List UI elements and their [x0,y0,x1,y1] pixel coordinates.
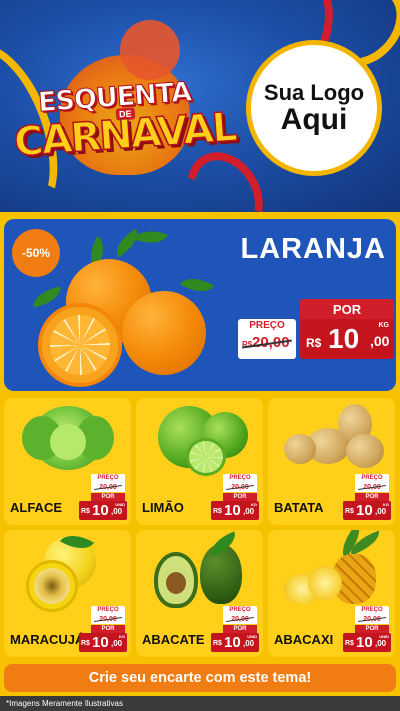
price-currency: R$ [306,336,322,350]
old-price-value: 20,00 [91,483,125,492]
featured-product-card[interactable]: -50% LARANJA POR PREÇO R$ 20,00 R$ 10 ,0… [4,219,396,391]
product-grid: ALFACE PREÇO 20,00 POR R$ 10 ,00 UNID LI… [4,398,396,658]
old-price-label: PREÇO [223,474,257,483]
product-card[interactable]: ABACAXI PREÇO 20,00 POR R$ 10 ,00 UNID [268,530,395,657]
leaf-icon [134,224,168,250]
new-price-box: R$ 10 ,00 KG [211,501,259,520]
create-flyer-button[interactable]: Crie seu encarte com este tema! [4,664,396,692]
price-tag: PREÇO 20,00 POR R$ 10 ,00 UNID [211,606,259,652]
new-price-box: R$ 10 ,00 KG [300,319,394,359]
por-label: POR [355,493,389,501]
product-card[interactable]: ALFACE PREÇO 20,00 POR R$ 10 ,00 UNID [4,398,131,525]
price-unit: KG [251,502,257,507]
old-price-label: PREÇO [355,606,389,615]
price-integer: 10 [356,634,373,651]
price-currency: R$ [213,508,222,515]
lettuce-icon [4,398,131,476]
price-unit: KG [383,502,389,507]
price-integer: 10 [92,634,109,651]
disclaimer-text: *Imagens Meramente Ilustrativas [0,696,400,711]
featured-price-tag: POR PREÇO R$ 20,00 R$ 10 ,00 KG [238,299,394,365]
price-unit: KG [378,322,390,329]
header-banner: ESQUENTA DE CARNAVAL Sua Logo Aqui [0,0,400,212]
carnival-mask-decoration [120,20,180,80]
price-decimal: ,00 [111,507,123,516]
product-card[interactable]: MARACUJÁ PREÇO 20,00 POR R$ 10 ,00 KG [4,530,131,657]
old-price-label: PREÇO [223,606,257,615]
price-tag: PREÇO 20,00 POR R$ 10 ,00 KG [79,606,127,652]
leaf-icon [180,270,214,300]
new-price-box: R$ 10 ,00 UNID [79,501,127,520]
price-decimal: ,00 [111,639,123,648]
old-price-label: PREÇO [91,606,125,615]
price-currency: R$ [81,508,90,515]
price-integer: 10 [356,502,373,519]
price-currency: R$ [213,640,222,647]
price-tag: PREÇO 20,00 POR R$ 10 ,00 UNID [343,606,391,652]
price-currency: R$ [81,640,90,647]
price-tag: PREÇO 20,00 POR R$ 10 ,00 UNID [79,474,127,520]
por-label: POR [223,493,257,501]
pineapple-icon [268,530,395,608]
old-price-label: PREÇO [355,474,389,483]
price-integer: 10 [224,502,241,519]
product-card[interactable]: ABACATE PREÇO 20,00 POR R$ 10 ,00 UNID [136,530,263,657]
price-tag: PREÇO 20,00 POR R$ 10 ,00 KG [211,474,259,520]
orange-fruit-icon [122,291,206,375]
por-label: POR [223,625,257,633]
old-price-label: PREÇO [249,320,285,331]
price-decimal: ,00 [243,639,255,648]
logo-placeholder[interactable]: Sua Logo Aqui [246,40,382,176]
price-unit: KG [119,634,125,639]
product-name: BATATA [274,500,324,515]
lime-icon [136,398,263,476]
new-price-box: R$ 10 ,00 UNID [343,633,391,652]
old-price-value: 20,00 [223,615,257,624]
price-tag: PREÇO 20,00 POR R$ 10 ,00 KG [343,474,391,520]
old-price-box: PREÇO R$ 20,00 [238,319,296,359]
featured-product-name: LARANJA [240,233,386,265]
price-integer: 10 [224,634,241,651]
por-label: POR [300,299,394,319]
por-label: POR [91,625,125,633]
logo-line1: Sua Logo [263,79,365,105]
product-card[interactable]: BATATA PREÇO 20,00 POR R$ 10 ,00 KG [268,398,395,525]
por-label: POR [91,493,125,501]
potato-icon [268,398,395,476]
price-currency: R$ [345,640,354,647]
old-price-value: 20,00 [223,483,257,492]
product-name: MARACUJÁ [10,632,85,647]
por-label: POR [355,625,389,633]
price-decimal: ,00 [370,333,390,349]
leaf-icon [30,286,64,308]
new-price-box: R$ 10 ,00 KG [343,501,391,520]
price-unit: UNID [379,634,389,639]
product-name: LIMÃO [142,500,184,515]
price-unit: UNID [247,634,257,639]
discount-badge: -50% [12,229,60,277]
passion-fruit-icon [4,530,131,612]
old-price-value: 20,00 [355,615,389,624]
old-price-value: 20,00 [91,615,125,624]
price-decimal: ,00 [375,507,387,516]
price-integer: 10 [328,323,360,354]
product-card[interactable]: LIMÃO PREÇO 20,00 POR R$ 10 ,00 KG [136,398,263,525]
product-name: ABACATE [142,632,205,647]
old-price-value: 20,00 [355,483,389,492]
logo-line2: Aqui [280,102,348,136]
old-price-label: PREÇO [91,474,125,483]
avocado-icon [136,530,263,608]
price-currency: R$ [345,508,354,515]
product-name: ALFACE [10,500,62,515]
price-decimal: ,00 [243,507,255,516]
price-unit: UNID [115,502,125,507]
new-price-box: R$ 10 ,00 UNID [211,633,259,652]
new-price-box: R$ 10 ,00 KG [79,633,127,652]
price-decimal: ,00 [375,639,387,648]
product-name: ABACAXI [274,632,334,647]
orange-slice-icon [38,303,122,387]
price-integer: 10 [92,502,109,519]
